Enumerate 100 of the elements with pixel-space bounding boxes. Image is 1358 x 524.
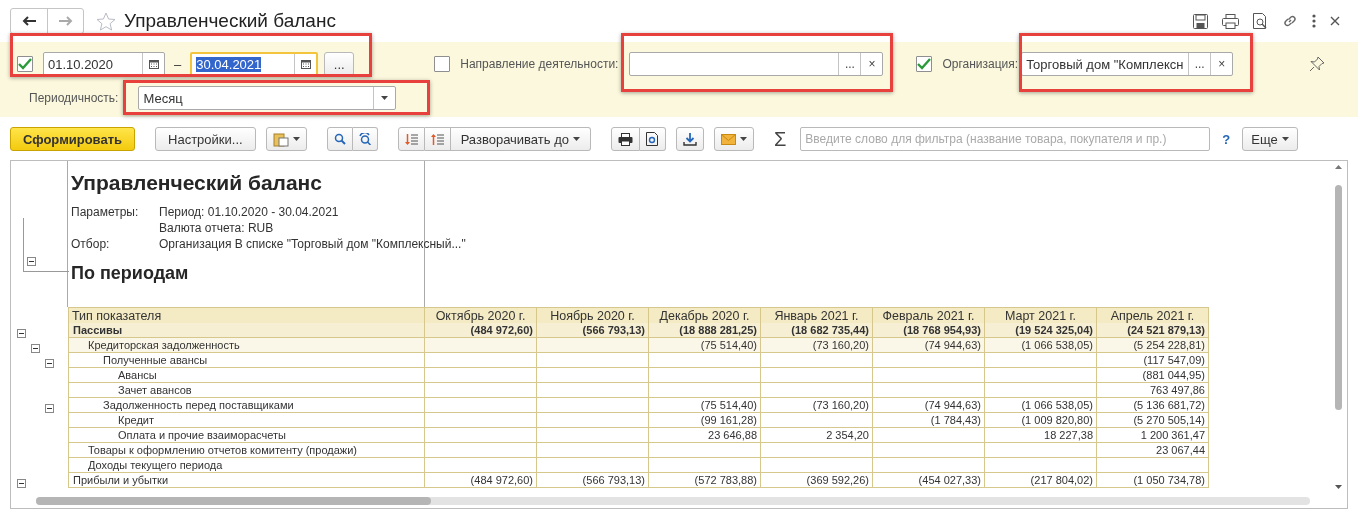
period-button[interactable]: ...	[324, 52, 355, 76]
select-button[interactable]: ...	[838, 53, 861, 75]
caret-icon	[1281, 137, 1289, 141]
param-label: Отбор:	[71, 237, 111, 251]
date-field[interactable]: 30.04.2021	[190, 52, 319, 76]
table-cell: Пассивы	[68, 323, 425, 338]
collapse-toggle[interactable]	[45, 359, 54, 368]
date-field[interactable]: 01.10.2020	[43, 52, 165, 76]
table-cell: Зачет авансов	[68, 383, 425, 398]
table-cell: Кредиторская задолженность	[68, 338, 425, 353]
table-cell: (454 027,33)	[873, 473, 985, 488]
table-cell: (73 160,20)	[761, 398, 873, 413]
settings-button[interactable]: Настройки...	[155, 127, 256, 151]
table-cell: (18 768 954,93)	[873, 323, 985, 338]
expand-to-button[interactable]: Разворачивать до	[450, 127, 591, 151]
clear-button[interactable]: ×	[860, 53, 883, 75]
calendar-icon[interactable]	[300, 59, 311, 69]
table-cell: (75 514,40)	[649, 398, 761, 413]
table-cell: (1 784,43)	[873, 413, 985, 428]
section-title: По периодам	[71, 263, 190, 284]
table-cell: (24 521 879,13)	[1097, 323, 1209, 338]
scroll-up-icon[interactable]	[1335, 165, 1342, 169]
print-button[interactable]	[610, 127, 640, 151]
caret-icon	[739, 137, 747, 141]
star-icon[interactable]	[96, 11, 116, 31]
generate-button[interactable]: Сформировать	[10, 127, 136, 151]
filter-field[interactable]: Введите слово для фильтра (название товара, покупателя и пр.)	[800, 127, 1211, 151]
arrow-left-icon	[22, 16, 36, 26]
table-cell: (75 514,40)	[649, 338, 761, 353]
preview-button[interactable]	[639, 127, 666, 151]
more-icon[interactable]	[1312, 14, 1316, 28]
calendar-icon[interactable]	[148, 59, 159, 69]
more-button[interactable]: Еще	[1242, 127, 1298, 151]
close-icon[interactable]	[1330, 16, 1340, 26]
table-cell: 23 067,44	[1097, 443, 1209, 458]
search-button[interactable]	[326, 127, 353, 151]
help-link[interactable]: ?	[1222, 131, 1231, 147]
table-cell: (217 804,02)	[985, 473, 1097, 488]
field-label: Направление деятельности:	[460, 57, 619, 71]
collapse-toggle[interactable]	[17, 479, 26, 488]
table-cell: (1 066 538,05)	[985, 338, 1097, 353]
search-icon	[333, 133, 346, 145]
checkbox[interactable]	[916, 56, 933, 72]
checkbox[interactable]	[434, 56, 451, 72]
date-value: 30.04.2021	[195, 55, 263, 74]
collapse-all-button[interactable]	[424, 127, 451, 151]
variant-button[interactable]	[265, 127, 307, 151]
field-label: Периодичность:	[29, 91, 119, 105]
param-label: Параметры:	[71, 205, 140, 219]
mail-button[interactable]	[713, 127, 754, 151]
clear-button[interactable]: ×	[1210, 53, 1233, 75]
collapse-toggle[interactable]	[17, 329, 26, 338]
search-next-button[interactable]	[352, 127, 378, 151]
table-cell: (572 783,88)	[649, 473, 761, 488]
table-cell: Прибыли и убытки	[68, 473, 425, 488]
save-icon[interactable]	[1193, 13, 1208, 29]
download-button[interactable]	[675, 127, 704, 151]
table-cell: (19 524 325,04)	[985, 323, 1097, 338]
table-cell: (484 972,60)	[425, 473, 537, 488]
collapse-toggle[interactable]	[31, 344, 40, 353]
table-cell: 18 227,38	[985, 428, 1097, 443]
collapse-toggle[interactable]	[45, 404, 54, 413]
print-icon[interactable]	[1222, 13, 1239, 29]
input-field[interactable]: Торговый дом "Комплексн ... ×	[1021, 52, 1234, 76]
table-cell: (1 066 538,05)	[985, 398, 1097, 413]
sum-sign: Σ	[773, 127, 787, 151]
table-cell: Полученные авансы	[68, 353, 425, 368]
table-cell: (117 547,09)	[1097, 353, 1209, 368]
table-cell: (18 888 281,25)	[649, 323, 761, 338]
input-field[interactable]: ... ×	[629, 52, 884, 76]
clipboard-icon	[272, 131, 289, 147]
table-cell: (5 270 505,14)	[1097, 413, 1209, 428]
pin-icon[interactable]	[1309, 56, 1326, 72]
table-cell: Кредит	[68, 413, 425, 428]
param-value: Период: 01.10.2020 - 30.04.2021	[159, 205, 340, 219]
table-cell: (74 944,63)	[873, 338, 985, 353]
table-cell: (74 944,63)	[873, 398, 985, 413]
table-cell: 23 646,88	[649, 428, 761, 443]
collapse-toggle[interactable]	[27, 257, 36, 266]
table-cell: (369 592,26)	[761, 473, 873, 488]
checkbox[interactable]	[17, 56, 33, 72]
table-cell: (484 972,60)	[425, 323, 537, 338]
expand-all-button[interactable]	[397, 127, 425, 151]
table-cell: (5 254 228,81)	[1097, 338, 1209, 353]
table-cell: (18 682 735,44)	[761, 323, 873, 338]
table-cell: Доходы текущего периода	[68, 458, 425, 473]
table-cell: Товары к оформлению отчетов комитенту (продажи)	[68, 443, 425, 458]
caret-icon	[381, 96, 389, 100]
periodicity-select[interactable]: Месяц	[138, 86, 397, 110]
table-cell: (566 793,13)	[537, 323, 649, 338]
table-cell: Авансы	[68, 368, 425, 383]
table-cell: 2 354,20	[761, 428, 873, 443]
select-button[interactable]: ...	[1188, 53, 1211, 75]
param-value: Валюта отчета: RUB	[159, 221, 275, 235]
param-value: Организация В списке "Торговый дом "Комплексный..."	[159, 237, 466, 251]
preview-icon[interactable]	[1253, 13, 1268, 29]
table-cell: (73 160,20)	[761, 338, 873, 353]
range-dash: –	[174, 56, 182, 72]
scroll-down-icon[interactable]	[1335, 485, 1342, 489]
link-icon[interactable]	[1282, 13, 1298, 29]
